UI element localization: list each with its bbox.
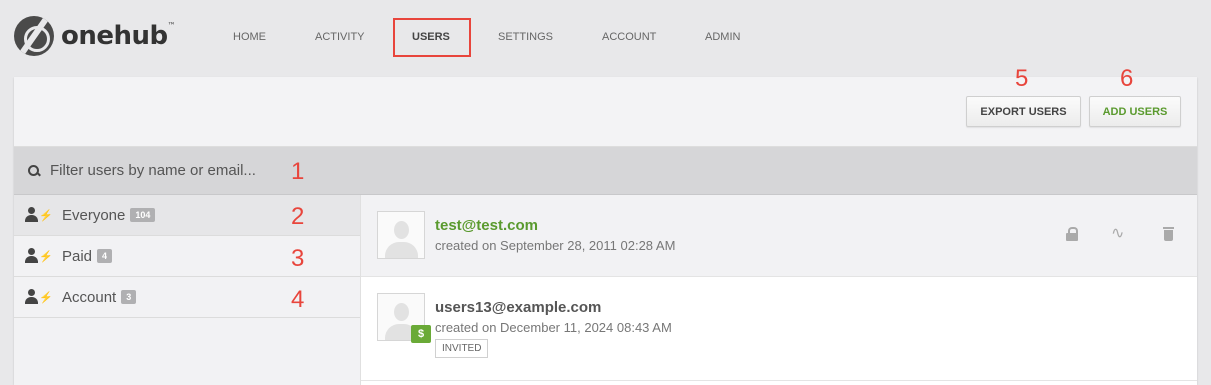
annotation-3: 3	[291, 245, 305, 272]
annotation-1: 1	[291, 158, 305, 185]
onehub-logo-icon	[14, 16, 54, 56]
filter-users-input[interactable]	[50, 162, 350, 179]
group-label: Everyone	[62, 206, 126, 224]
annotation-6: 6	[1120, 65, 1134, 92]
users-panel: EXPORT USERS ADD USERS ⚡ Everyone 104 ⚡ …	[14, 77, 1197, 385]
user-email[interactable]: test@test.com	[435, 217, 538, 234]
user-row[interactable]: $ users13@example.com created on Decembe…	[361, 277, 1197, 381]
group-label: Account	[62, 288, 117, 306]
add-users-button[interactable]: ADD USERS	[1089, 96, 1181, 127]
group-label: Paid	[62, 247, 93, 265]
nav-account[interactable]: ACCOUNT	[602, 31, 656, 43]
group-count-badge: 3	[121, 290, 137, 304]
group-users-icon: ⚡	[25, 289, 53, 305]
nav-users-highlight-box	[393, 18, 471, 57]
groups-sidebar: ⚡ Everyone 104 ⚡ Paid 4 ⚡ Account 3	[14, 195, 361, 385]
nav-home[interactable]: HOME	[233, 31, 266, 43]
nav-settings[interactable]: SETTINGS	[498, 31, 553, 43]
user-email[interactable]: users13@example.com	[435, 299, 601, 316]
brand-name: onehub™	[61, 21, 176, 51]
export-users-button[interactable]: EXPORT USERS	[966, 96, 1081, 127]
group-paid[interactable]: ⚡ Paid 4	[14, 236, 360, 277]
group-count-badge: 104	[130, 208, 156, 222]
onehub-logo[interactable]: onehub™	[14, 16, 176, 56]
group-users-icon: ⚡	[25, 207, 53, 223]
nav-activity[interactable]: ACTIVITY	[315, 31, 365, 43]
search-icon	[27, 164, 41, 178]
annotation-4: 4	[291, 286, 305, 313]
activity-icon[interactable]: ∿	[1111, 226, 1127, 242]
lock-icon[interactable]	[1065, 226, 1081, 242]
filter-bar	[14, 147, 1197, 195]
nav-admin[interactable]: ADMIN	[705, 31, 740, 43]
annotation-2: 2	[291, 203, 305, 230]
group-everyone[interactable]: ⚡ Everyone 104	[14, 195, 360, 236]
group-account[interactable]: ⚡ Account 3	[14, 277, 360, 318]
trash-icon[interactable]	[1161, 226, 1177, 242]
invited-status-badge: INVITED	[435, 339, 489, 358]
user-row[interactable]: test@test.com created on September 28, 2…	[361, 195, 1197, 277]
user-created-date: created on September 28, 2011 02:28 AM	[435, 238, 676, 253]
avatar	[377, 211, 425, 259]
paid-dollar-icon: $	[411, 325, 431, 343]
users-list: test@test.com created on September 28, 2…	[361, 195, 1197, 385]
user-created-date: created on December 11, 2024 08:43 AM	[435, 320, 672, 335]
annotation-5: 5	[1015, 65, 1029, 92]
group-users-icon: ⚡	[25, 248, 53, 264]
group-count-badge: 4	[97, 249, 113, 263]
